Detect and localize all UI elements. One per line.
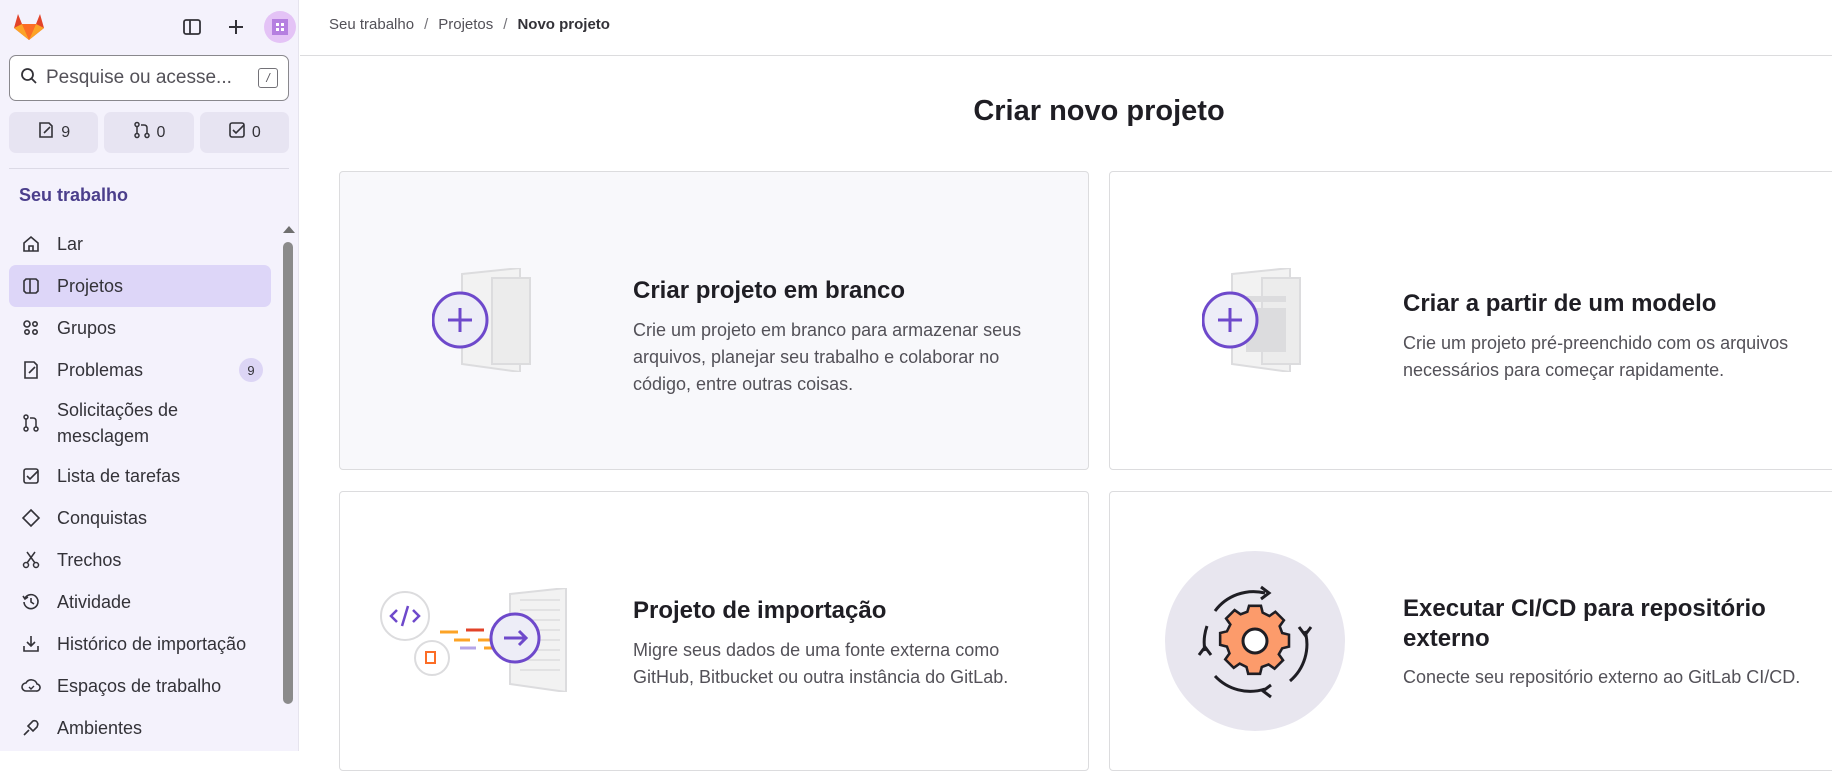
history-icon — [19, 590, 43, 614]
group-icon — [19, 316, 43, 340]
sidebar: Pesquise ou acesse... / 9 0 0 Seu trabal… — [0, 0, 299, 751]
sidebar-item-label: Trechos — [57, 549, 122, 570]
sidebar-item-label: Grupos — [57, 317, 117, 338]
gitlab-logo-icon[interactable] — [12, 11, 46, 41]
todo-icon — [19, 464, 43, 488]
template-project-illustration — [1201, 266, 1312, 377]
environment-icon — [19, 716, 43, 740]
cicd-project-card[interactable]: Executar CI/CD para repositório externo … — [1109, 491, 1832, 771]
todos-count: 0 — [251, 123, 261, 141]
scrollbar-thumb[interactable] — [283, 242, 293, 704]
card-title: Criar a partir de um modelo — [1403, 290, 1717, 317]
project-icon — [19, 274, 43, 298]
home-icon — [19, 232, 43, 256]
merge-request-icon — [19, 411, 43, 435]
breadcrumb: Seu trabalho / Projetos / Novo projeto — [329, 16, 610, 33]
issues-counter-button[interactable]: 9 — [9, 112, 99, 153]
breadcrumb-your-work[interactable]: Seu trabalho — [329, 16, 414, 33]
sidebar-item-label: Ambientes — [57, 717, 143, 738]
scroll-up-icon[interactable] — [283, 226, 295, 233]
search-shortcut-key: / — [258, 68, 278, 88]
avatar — [264, 11, 296, 43]
sidebar-item-label: Lar — [57, 233, 84, 254]
sidebar-nav: Lar Projetos Grupos Problemas 9 Solicita… — [9, 223, 271, 749]
issues-count: 9 — [61, 123, 71, 141]
card-description: Crie um projeto em branco para armazenar… — [633, 320, 1022, 394]
sidebar-item-activity[interactable]: Atividade — [9, 581, 271, 623]
sidebar-item-label: Lista de tarefas — [57, 465, 181, 486]
sidebar-item-projects[interactable]: Projetos — [9, 265, 271, 307]
blank-project-illustration — [431, 266, 542, 377]
search-icon — [20, 67, 38, 90]
sidebar-item-import-history[interactable]: Histórico de importação — [9, 623, 271, 665]
sidebar-item-label: Conquistas — [57, 507, 148, 528]
issues-icon — [19, 358, 43, 382]
sidebar-item-environments[interactable]: Ambientes — [9, 707, 271, 749]
sidebar-item-merge-requests[interactable]: Solicitações de mesclagem — [9, 391, 271, 455]
workspace-icon — [19, 674, 43, 698]
sidebar-item-groups[interactable]: Grupos — [9, 307, 271, 349]
sidebar-item-issues[interactable]: Problemas 9 — [9, 349, 271, 391]
sidebar-item-label: Histórico de importação — [57, 633, 247, 654]
search-placeholder: Pesquise ou acesse... — [46, 67, 232, 88]
card-title: Executar CI/CD para repositório externo — [1403, 595, 1766, 652]
card-description: Migre seus dados de uma fonte externa co… — [633, 640, 1009, 687]
user-counters: 9 0 0 — [9, 112, 289, 153]
create-new-icon[interactable] — [214, 12, 258, 42]
import-project-card[interactable]: Projeto de importação Migre seus dados d… — [339, 491, 1089, 771]
issues-count-badge: 9 — [239, 358, 263, 382]
breadcrumb-separator: / — [503, 16, 508, 33]
cicd-gear-illustration — [1165, 551, 1345, 736]
sidebar-divider — [9, 168, 289, 169]
sidebar-item-label: Solicitações de mesclagem — [57, 400, 179, 446]
search-input[interactable]: Pesquise ou acesse... / — [9, 55, 289, 101]
header-divider — [300, 55, 1832, 56]
sidebar-item-achievements[interactable]: Conquistas — [9, 497, 271, 539]
sidebar-item-label: Espaços de trabalho — [57, 675, 222, 696]
sidebar-item-label: Atividade — [57, 591, 132, 612]
import-project-illustration — [380, 586, 600, 697]
toggle-sidebar-icon[interactable] — [170, 12, 214, 42]
card-title: Projeto de importação — [633, 597, 887, 624]
card-description: Conecte seu repositório externo ao GitLa… — [1403, 667, 1801, 687]
template-project-card[interactable]: Criar a partir de um modelo Crie um proj… — [1109, 171, 1832, 470]
trophy-icon — [19, 506, 43, 530]
merge-requests-count: 0 — [156, 123, 166, 141]
breadcrumb-projects[interactable]: Projetos — [438, 16, 493, 33]
sidebar-scrollbar[interactable] — [282, 222, 295, 751]
blank-project-card[interactable]: Criar projeto em branco Crie um projeto … — [339, 171, 1089, 470]
breadcrumb-separator: / — [424, 16, 429, 33]
sidebar-item-home[interactable]: Lar — [9, 223, 271, 265]
import-icon — [19, 632, 43, 656]
page-title: Criar novo projeto — [973, 95, 1225, 127]
sidebar-section-title: Seu trabalho — [19, 185, 129, 205]
breadcrumb-current[interactable]: Novo projeto — [517, 16, 610, 33]
todos-counter-button[interactable]: 0 — [199, 112, 289, 153]
todo-icon — [228, 121, 246, 144]
sidebar-item-label: Projetos — [57, 275, 124, 296]
merge-requests-counter-button[interactable]: 0 — [104, 112, 194, 153]
issues-icon — [37, 121, 55, 144]
sidebar-item-workspaces[interactable]: Espaços de trabalho — [9, 665, 271, 707]
card-description: Crie um projeto pré-preenchido com os ar… — [1403, 333, 1789, 380]
sidebar-item-label: Problemas — [57, 359, 144, 380]
sidebar-item-todos[interactable]: Lista de tarefas — [9, 455, 271, 497]
card-title: Criar projeto em branco — [633, 277, 906, 304]
user-avatar[interactable] — [258, 11, 302, 43]
merge-request-icon — [133, 121, 151, 144]
sidebar-item-snippets[interactable]: Trechos — [9, 539, 271, 581]
snippet-icon — [19, 548, 43, 572]
sidebar-top-actions — [170, 11, 302, 43]
